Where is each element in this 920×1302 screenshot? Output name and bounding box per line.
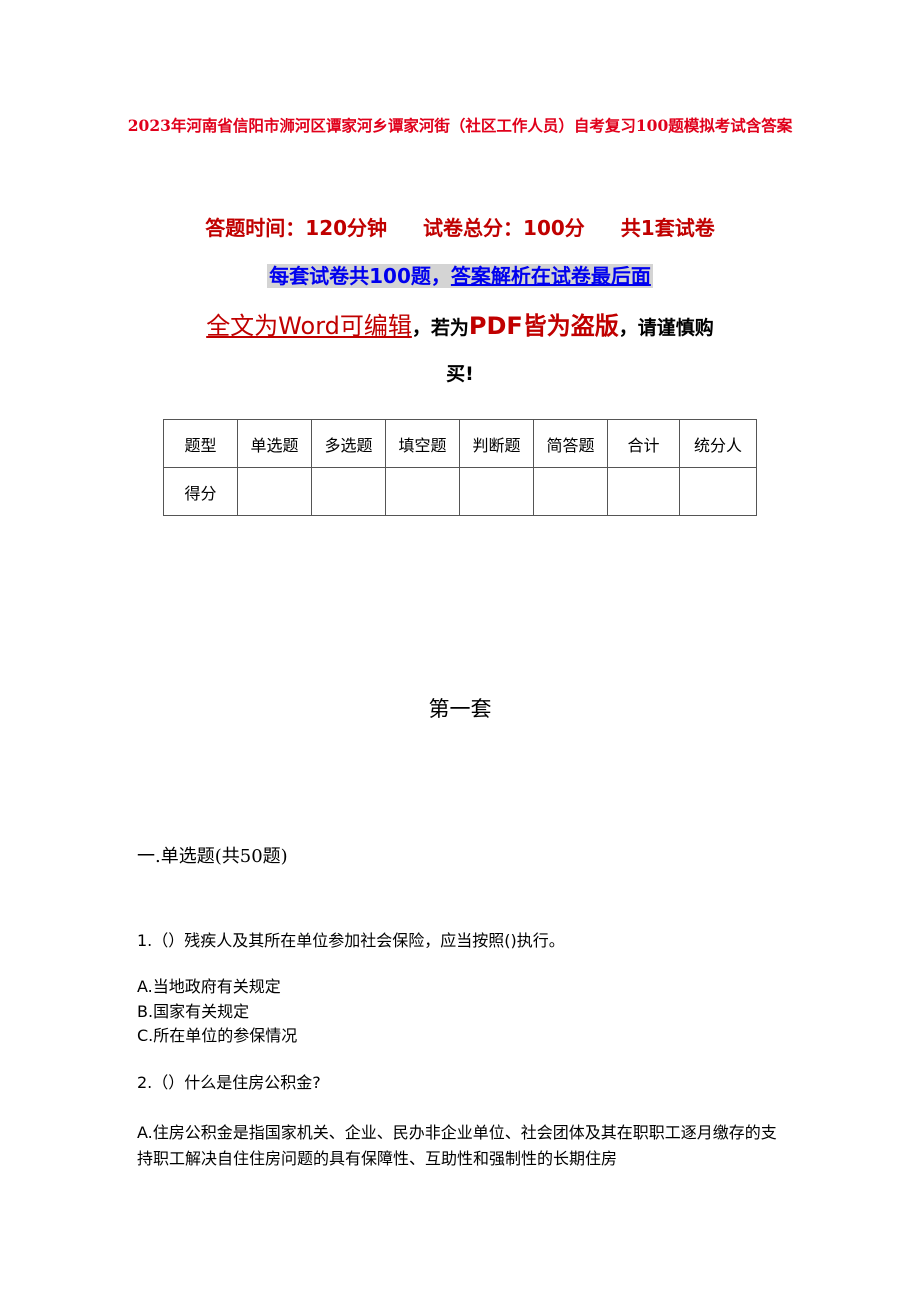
score-cell	[607, 467, 680, 516]
set-title: 第一套	[428, 697, 492, 721]
score-cell	[237, 467, 312, 516]
edit-notice-pdf: PDF皆为盗版	[468, 312, 619, 340]
document-page: 2023年河南省信阳市浉河区谭家河乡谭家河街（社区工作人员）自考复习100题模拟…	[0, 0, 920, 1302]
exam-set-count: 共1套试卷	[620, 216, 715, 240]
notice-part1: 每套试卷共100题，	[269, 264, 451, 288]
edit-notice-comma: ，若为	[411, 317, 469, 339]
score-label-cell: 得分	[163, 467, 238, 516]
option: A.住房公积金是指国家机关、企业、民办非企业单位、社会团体及其在职职工逐月缴存的…	[137, 1123, 777, 1168]
exam-total-score: 试卷总分：100分	[423, 216, 585, 240]
section-title: 一.单选题(共50题)	[137, 846, 288, 867]
score-cell	[459, 467, 534, 516]
header-cell: 题型	[163, 419, 238, 468]
score-cell	[385, 467, 460, 516]
score-table-header-row: 题型 单选题 多选题 填空题 判断题 简答题 合计 统分人	[163, 419, 757, 468]
question-count-notice: 每套试卷共100题，答案解析在试卷最后面	[0, 261, 920, 291]
edit-notice-end: 买!	[446, 363, 474, 385]
exam-meta: 答题时间：120分钟 试卷总分：100分 共1套试卷	[0, 212, 920, 244]
edit-notice-caution: ，请谨慎购	[618, 317, 714, 339]
document-title: 2023年河南省信阳市浉河区谭家河乡谭家河街（社区工作人员）自考复习100题模拟…	[127, 116, 793, 135]
option: C.所在单位的参保情况	[137, 1026, 298, 1045]
notice-highlight: 每套试卷共100题，答案解析在试卷最后面	[267, 264, 653, 288]
header-cell: 简答题	[533, 419, 608, 468]
option: A.当地政府有关规定	[137, 977, 281, 996]
score-table: 题型 单选题 多选题 填空题 判断题 简答题 合计 统分人 得分	[163, 419, 757, 516]
header-cell: 判断题	[459, 419, 534, 468]
score-cell	[533, 467, 608, 516]
header-cell: 填空题	[385, 419, 460, 468]
header-cell: 多选题	[311, 419, 386, 468]
question-text: 2.（）什么是住房公积金?	[137, 1073, 321, 1092]
score-table-score-row: 得分	[163, 467, 757, 516]
notice-part2: 答案解析在试卷最后面	[450, 264, 651, 288]
edit-notice-word: 全文为Word可编辑	[206, 312, 412, 340]
question-text: 1.（）残疾人及其所在单位参加社会保险，应当按照()执行。	[137, 931, 565, 950]
edit-notice: 全文为Word可编辑，若为PDF皆为盗版，请谨慎购	[0, 307, 920, 347]
exam-time: 答题时间：120分钟	[205, 216, 388, 240]
question-options: A.当地政府有关规定 B.国家有关规定 C.所在单位的参保情况	[137, 975, 297, 1049]
header-cell: 合计	[607, 419, 680, 468]
header-cell: 统分人	[679, 419, 757, 468]
score-cell	[311, 467, 386, 516]
option: B.国家有关规定	[137, 1001, 250, 1021]
header-cell: 单选题	[237, 419, 312, 468]
score-cell	[679, 467, 757, 516]
